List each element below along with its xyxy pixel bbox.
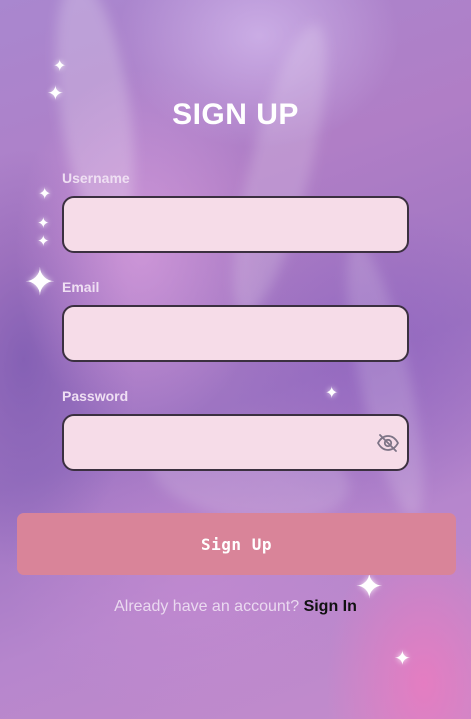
sign-in-prompt-text: Already have an account?	[114, 598, 300, 615]
email-label: Email	[62, 279, 100, 295]
background-light-streak	[214, 17, 346, 323]
username-field[interactable]	[62, 196, 409, 253]
sparkle-icon: ✦	[325, 383, 339, 402]
username-label: Username	[62, 170, 130, 186]
sparkle-icon: ✦	[38, 184, 52, 203]
eye-slash-icon[interactable]	[376, 433, 400, 453]
sign-in-link[interactable]: Sign In	[304, 598, 357, 615]
sparkle-icon: ✦	[394, 646, 411, 670]
sparkle-icon: ✦	[53, 56, 67, 75]
background-light-streak	[331, 237, 439, 523]
sign-up-button[interactable]: Sign Up	[17, 513, 456, 575]
sparkle-icon: ✦	[37, 232, 50, 250]
sparkle-icon: ✦	[37, 214, 50, 232]
password-label: Password	[62, 388, 129, 404]
sparkle-icon: ✦	[24, 260, 56, 304]
email-field[interactable]	[62, 305, 409, 362]
sign-in-prompt: Already have an account? Sign In	[0, 598, 471, 616]
password-field[interactable]	[62, 414, 409, 471]
page-title: SIGN UP	[172, 98, 299, 131]
